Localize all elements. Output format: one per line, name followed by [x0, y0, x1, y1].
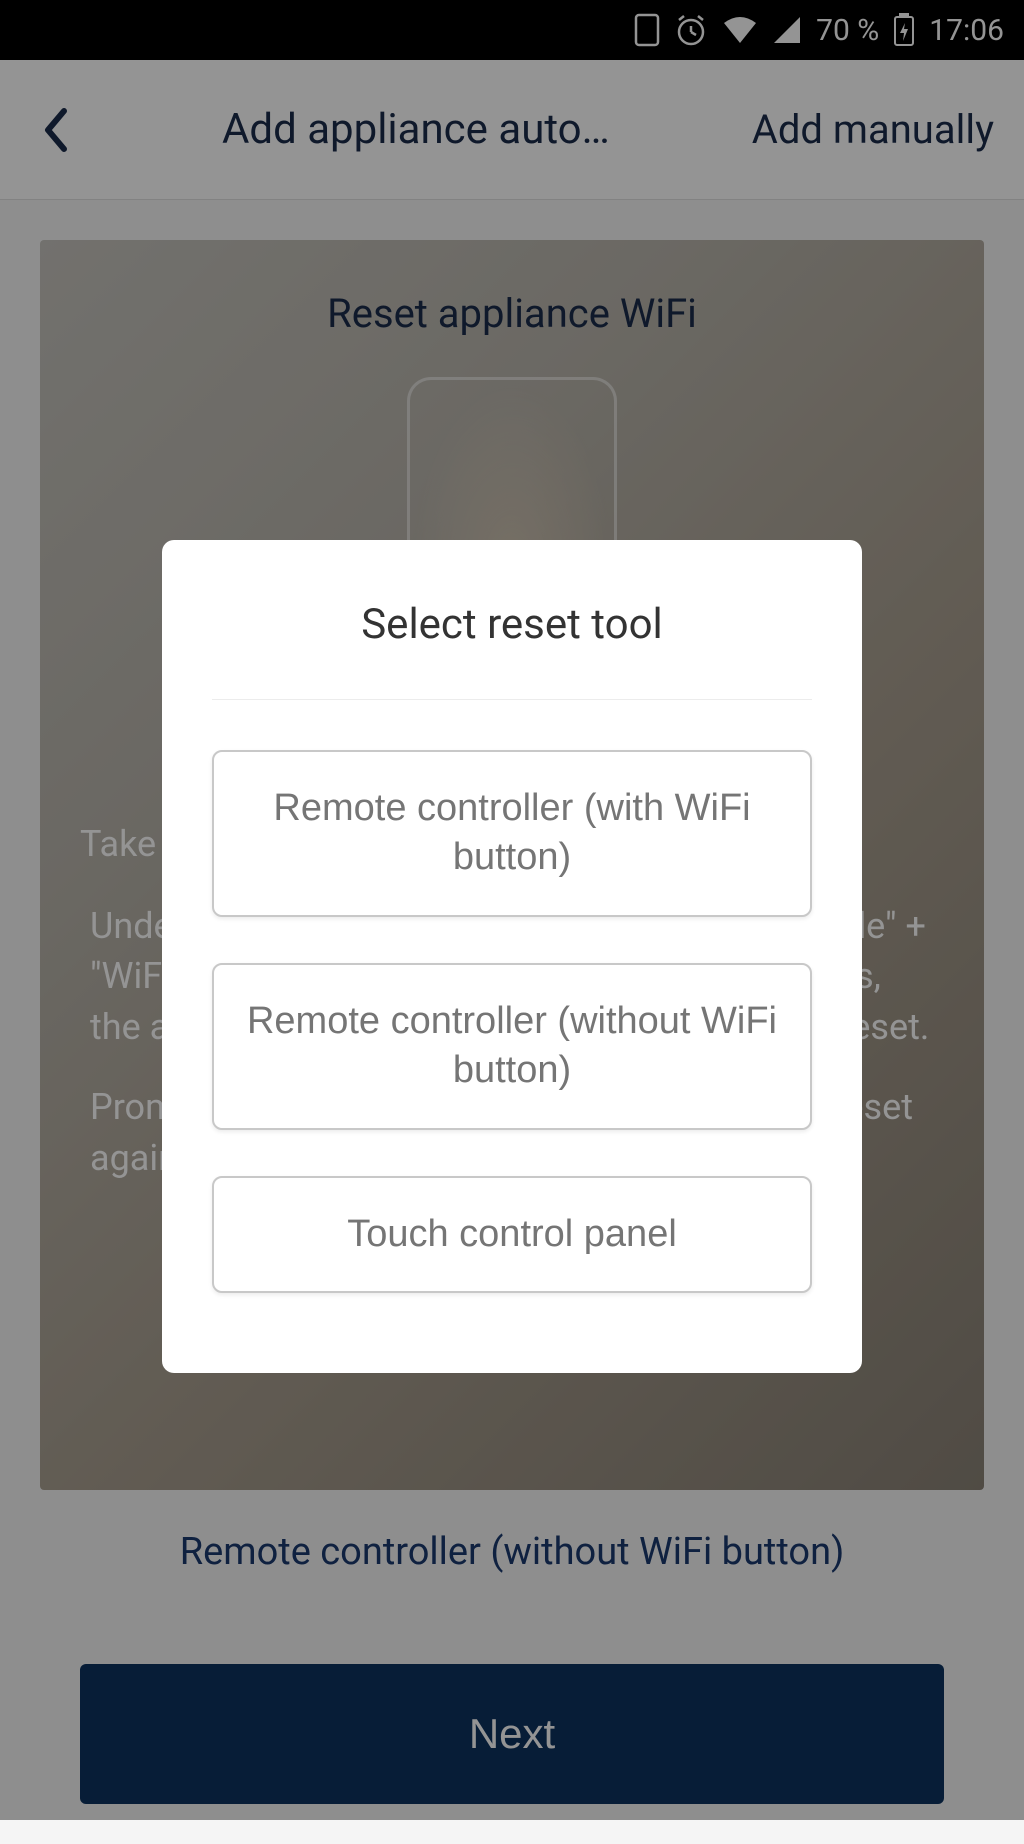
option-remote-with-wifi[interactable]: Remote controller (with WiFi button) — [212, 750, 812, 917]
modal-title: Select reset tool — [212, 600, 812, 700]
option-remote-without-wifi[interactable]: Remote controller (without WiFi button) — [212, 963, 812, 1130]
select-reset-tool-modal: Select reset tool Remote controller (wit… — [162, 540, 862, 1373]
modal-options: Remote controller (with WiFi button) Rem… — [212, 750, 812, 1293]
option-touch-panel[interactable]: Touch control panel — [212, 1176, 812, 1293]
